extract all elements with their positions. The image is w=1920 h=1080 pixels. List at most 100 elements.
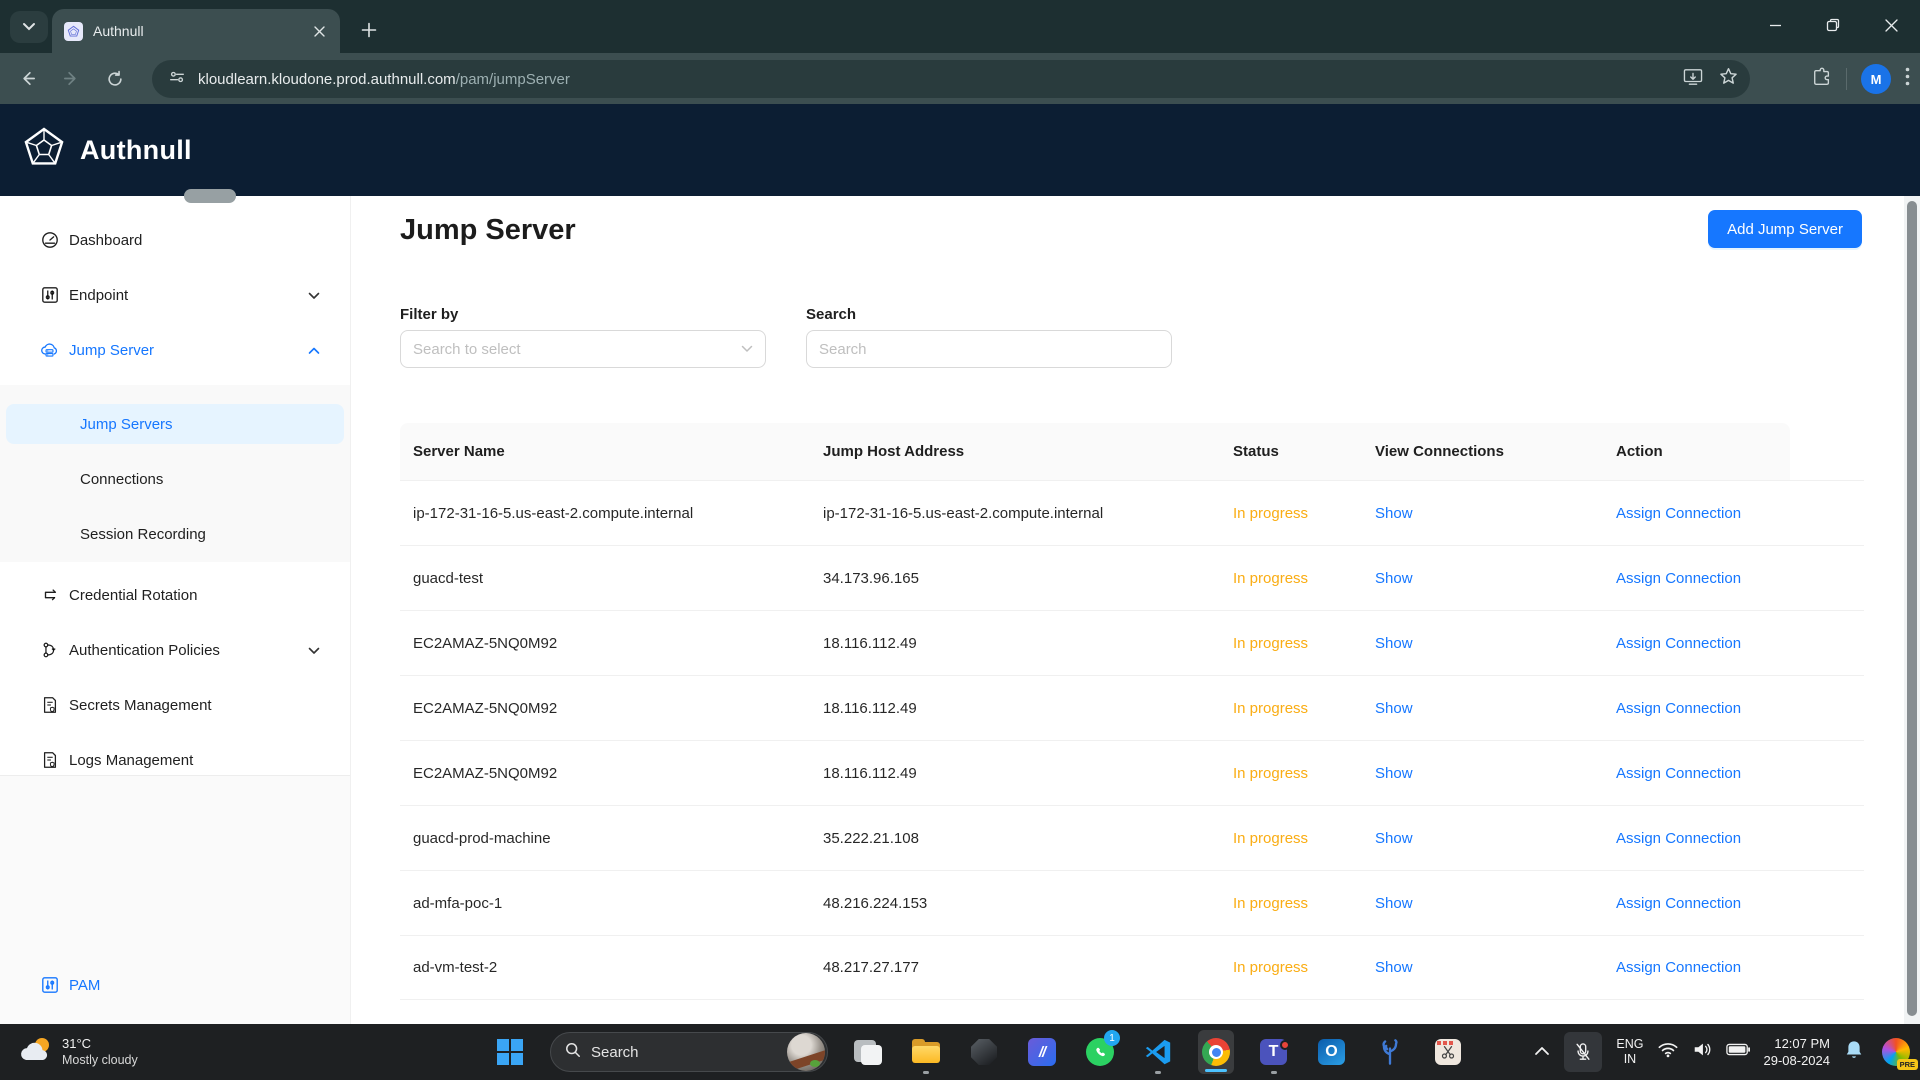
extensions-icon[interactable] [1812, 67, 1832, 92]
microphone-muted-icon[interactable] [1564, 1032, 1603, 1072]
assign-connection-link[interactable]: Assign Connection [1616, 765, 1741, 782]
back-button[interactable] [10, 62, 44, 96]
search-highlight-image[interactable] [787, 1033, 825, 1071]
slash-app-icon[interactable]: // [1024, 1028, 1060, 1076]
column-header-status: Status [1233, 443, 1279, 460]
clock[interactable]: 12:07 PM 29-08-2024 [1764, 1035, 1831, 1069]
tab-search-button[interactable] [10, 11, 48, 43]
add-jump-server-button[interactable]: Add Jump Server [1708, 210, 1862, 248]
sidebar-item-label: Secrets Management [69, 696, 212, 714]
sidebar-item-jump-servers[interactable]: Jump Servers [6, 404, 344, 444]
toolbar-separator [1846, 68, 1847, 90]
page-scrollbar-thumb[interactable] [1907, 201, 1917, 1016]
battery-icon[interactable] [1725, 1043, 1750, 1061]
assign-connection-link[interactable]: Assign Connection [1616, 570, 1741, 587]
chevron-down-icon [22, 18, 36, 36]
filter-by-label: Filter by [400, 306, 459, 323]
whatsapp-badge: 1 [1104, 1030, 1120, 1046]
start-button[interactable] [492, 1028, 528, 1076]
sidebar-item-dashboard[interactable]: Dashboard [0, 220, 350, 260]
sidebar-item-logs-management[interactable]: Logs Management [0, 740, 350, 780]
url-bar[interactable]: kloudlearn.kloudone.prod.authnull.com/pa… [152, 60, 1750, 98]
search-icon [565, 1042, 581, 1063]
assign-connection-link[interactable]: Assign Connection [1616, 635, 1741, 652]
table-row: guacd-prod-machine 35.222.21.108 In prog… [400, 805, 1864, 870]
sidebar-item-session-recording[interactable]: Session Recording [0, 514, 350, 554]
sidebar-item-secrets-management[interactable]: Secrets Management [0, 685, 350, 725]
show-connections-link[interactable]: Show [1375, 959, 1413, 976]
table-row: EC2AMAZ-5NQ0M92 18.116.112.49 In progres… [400, 610, 1864, 675]
jump-server-submenu: Jump Servers Connections Session Recordi… [0, 385, 350, 562]
chrome-icon[interactable] [1198, 1030, 1234, 1074]
taskbar-search[interactable]: Search [550, 1032, 828, 1072]
weather-condition: Mostly cloudy [62, 1053, 138, 1067]
chevron-up-icon [308, 342, 320, 359]
sidebar-item-authentication-policies[interactable]: Authentication Policies [0, 630, 350, 670]
whatsapp-icon[interactable]: 1 [1082, 1028, 1120, 1076]
gem-app-icon[interactable] [966, 1028, 1002, 1076]
language-indicator[interactable]: ENG IN [1616, 1037, 1643, 1067]
show-connections-link[interactable]: Show [1375, 635, 1413, 652]
close-window-button[interactable] [1862, 0, 1920, 50]
cell-status: In progress [1233, 894, 1309, 912]
cell-server-name: ip-172-31-16-5.us-east-2.compute.interna… [413, 504, 694, 522]
sidebar-item-endpoint[interactable]: Endpoint [0, 275, 350, 315]
copilot-icon[interactable]: PRE [1878, 1032, 1918, 1072]
search-input[interactable] [819, 340, 1159, 358]
cell-jump-host-address: 18.116.112.49 [823, 699, 917, 717]
url-text[interactable]: kloudlearn.kloudone.prod.authnull.com/pa… [198, 71, 1683, 88]
show-connections-link[interactable]: Show [1375, 505, 1413, 522]
page-scrollbar[interactable] [1904, 196, 1920, 1024]
reload-button[interactable] [98, 62, 132, 96]
file-explorer-icon[interactable] [908, 1028, 944, 1076]
browser-tab[interactable]: Authnull [52, 9, 340, 53]
assign-connection-link[interactable]: Assign Connection [1616, 830, 1741, 847]
forward-button[interactable] [54, 62, 88, 96]
weather-widget[interactable]: 31°C Mostly cloudy [10, 1024, 146, 1080]
task-view-icon[interactable] [850, 1028, 886, 1076]
show-connections-link[interactable]: Show [1375, 895, 1413, 912]
cell-server-name: guacd-test [413, 569, 484, 587]
show-connections-link[interactable]: Show [1375, 700, 1413, 717]
browser-menu-icon[interactable] [1905, 67, 1910, 91]
install-app-icon[interactable] [1683, 68, 1703, 91]
cell-jump-host-address: 35.222.21.108 [823, 829, 919, 847]
show-connections-link[interactable]: Show [1375, 830, 1413, 847]
wifi-icon[interactable] [1658, 1042, 1678, 1063]
sidebar-item-jump-server[interactable]: Jump Server [0, 330, 350, 370]
show-connections-link[interactable]: Show [1375, 765, 1413, 782]
teams-icon[interactable]: T [1256, 1028, 1292, 1076]
cell-status: In progress [1233, 634, 1309, 652]
assign-connection-link[interactable]: Assign Connection [1616, 505, 1741, 522]
restore-button[interactable] [1804, 0, 1862, 50]
tab-close-icon[interactable] [308, 20, 330, 42]
browser-tab-strip: Authnull [0, 0, 1920, 53]
show-connections-link[interactable]: Show [1375, 570, 1413, 587]
tab-title: Authnull [93, 23, 144, 39]
notification-bell-icon[interactable] [1844, 1039, 1864, 1066]
minimize-button[interactable] [1746, 0, 1804, 50]
sidebar-item-connections[interactable]: Connections [0, 459, 350, 499]
assign-connection-link[interactable]: Assign Connection [1616, 895, 1741, 912]
assign-connection-link[interactable]: Assign Connection [1616, 959, 1741, 976]
snipping-tool-icon[interactable] [1430, 1028, 1466, 1076]
site-settings-icon[interactable] [168, 68, 186, 91]
volume-icon[interactable] [1692, 1041, 1712, 1063]
outlook-icon[interactable]: O [1314, 1028, 1350, 1076]
search-field[interactable] [806, 330, 1172, 368]
app-header: Authnull [0, 104, 1920, 196]
vscode-icon[interactable] [1140, 1028, 1176, 1076]
assign-connection-link[interactable]: Assign Connection [1616, 700, 1741, 717]
tray-chevron-up-icon[interactable] [1534, 1043, 1550, 1061]
bookmark-star-icon[interactable] [1719, 67, 1738, 91]
profile-avatar[interactable]: M [1861, 64, 1891, 94]
sidebar-item-credential-rotation[interactable]: Credential Rotation [0, 575, 350, 615]
cell-status: In progress [1233, 959, 1309, 976]
new-tab-button[interactable] [352, 13, 386, 47]
sidebar-item-pam[interactable]: PAM [0, 965, 350, 1005]
cell-jump-host-address: 18.116.112.49 [823, 764, 917, 782]
chevron-down-icon [308, 287, 320, 304]
filter-select[interactable]: Search to select [400, 330, 766, 368]
coral-app-icon[interactable] [1372, 1028, 1408, 1076]
sidebar-item-label: Session Recording [80, 525, 206, 543]
